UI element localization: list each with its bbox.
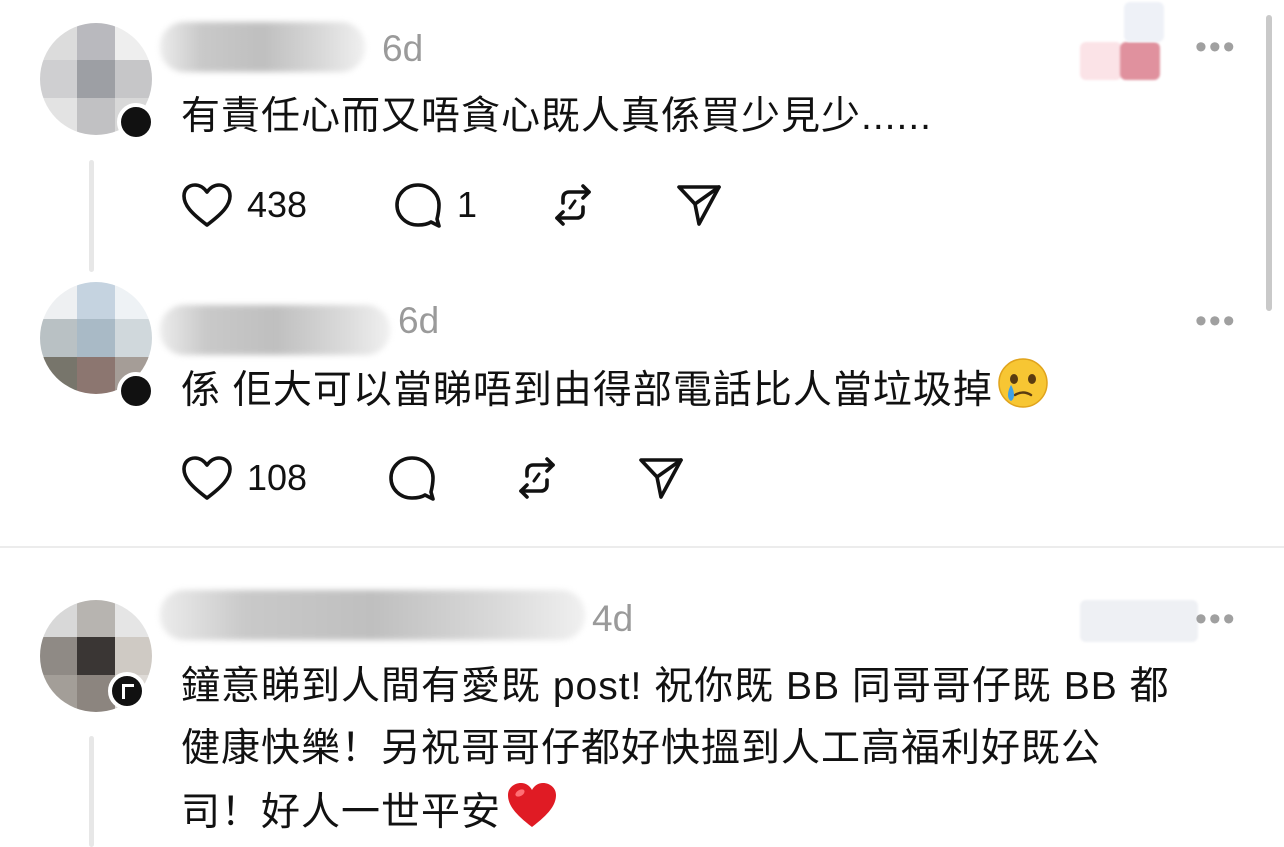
repost-button[interactable] [549,181,675,229]
profile-thumbnail [1080,600,1198,642]
thread-line [89,160,94,272]
comment-actions: 438 1 [181,180,723,230]
comment-text-line-body: 司！好人一世平安 [181,790,502,834]
paper-plane-icon [677,185,721,226]
like-button[interactable]: 108 [181,455,387,501]
comment-text-line: 司！好人一世平安 [181,780,1170,847]
timestamp: 4d [592,598,634,639]
timestamp: 6d [398,300,440,341]
more-options-icon[interactable]: ••• [1195,602,1237,636]
username[interactable] [160,305,390,355]
profile-thumbnail [1120,42,1160,80]
comment-text: 鐘意睇到人間有愛既 post! 祝你既 BB 同哥哥仔既 BB 都 健康快樂！另… [181,656,1170,847]
reply-count: 1 [457,184,478,225]
red-heart-icon [505,780,559,847]
thread-line [89,736,94,847]
follow-badge[interactable] [117,372,155,410]
username[interactable] [160,590,585,640]
timestamp: 6d [382,28,424,69]
follow-badge[interactable] [108,672,146,710]
comment-actions: 108 [181,453,685,503]
comment-item: 6d ••• 係 佢大可以當睇唔到由得部電話比人當垃圾掉 108 [0,280,1284,546]
comment-item: 4d ••• 鐘意睇到人間有愛既 post! 祝你既 BB 同哥哥仔既 BB 都… [0,548,1284,847]
reply-button[interactable]: 1 [393,181,549,229]
heart-outline-icon [182,456,232,500]
share-button[interactable] [675,182,723,228]
repost-icon [555,184,591,226]
follow-badge[interactable] [117,103,155,141]
more-options-icon[interactable]: ••• [1195,30,1237,64]
share-button[interactable] [637,455,685,501]
paper-plane-icon [639,458,683,499]
speech-bubble-icon [389,456,435,501]
comment-text-line: 健康快樂！另祝哥哥仔都好快搵到人工高福利好既公 [181,727,1102,770]
comment-text-body: 係 佢大可以當睇唔到由得部電話比人當垃圾掉 [181,368,993,412]
comment-text: 係 佢大可以當睇唔到由得部電話比人當垃圾掉 [181,357,1049,428]
scrollbar[interactable] [1266,15,1272,311]
comment-text: 有責任心而又唔貪心既人真係買少見少...... [181,95,933,138]
comment-item: 6d ••• 有責任心而又唔貪心既人真係買少見少...... 438 1 [0,0,1284,280]
like-count: 438 [247,184,308,225]
face-holding-back-tears-icon [997,357,1049,428]
like-count: 108 [247,457,308,498]
comment-text-line: 鐘意睇到人間有愛既 post! 祝你既 BB 同哥哥仔既 BB 都 [181,665,1170,708]
more-options-icon[interactable]: ••• [1195,304,1237,338]
username[interactable] [160,22,365,72]
speech-bubble-icon [395,183,441,228]
reply-button[interactable] [387,454,513,502]
heart-outline-icon [182,183,232,227]
profile-thumbnail [1080,42,1122,80]
like-button[interactable]: 438 [181,182,393,228]
comments-feed: 6d ••• 有責任心而又唔貪心既人真係買少見少...... 438 1 6d … [0,0,1284,847]
repost-button[interactable] [513,454,637,502]
repost-icon [519,457,555,499]
profile-thumbnail [1124,2,1164,42]
